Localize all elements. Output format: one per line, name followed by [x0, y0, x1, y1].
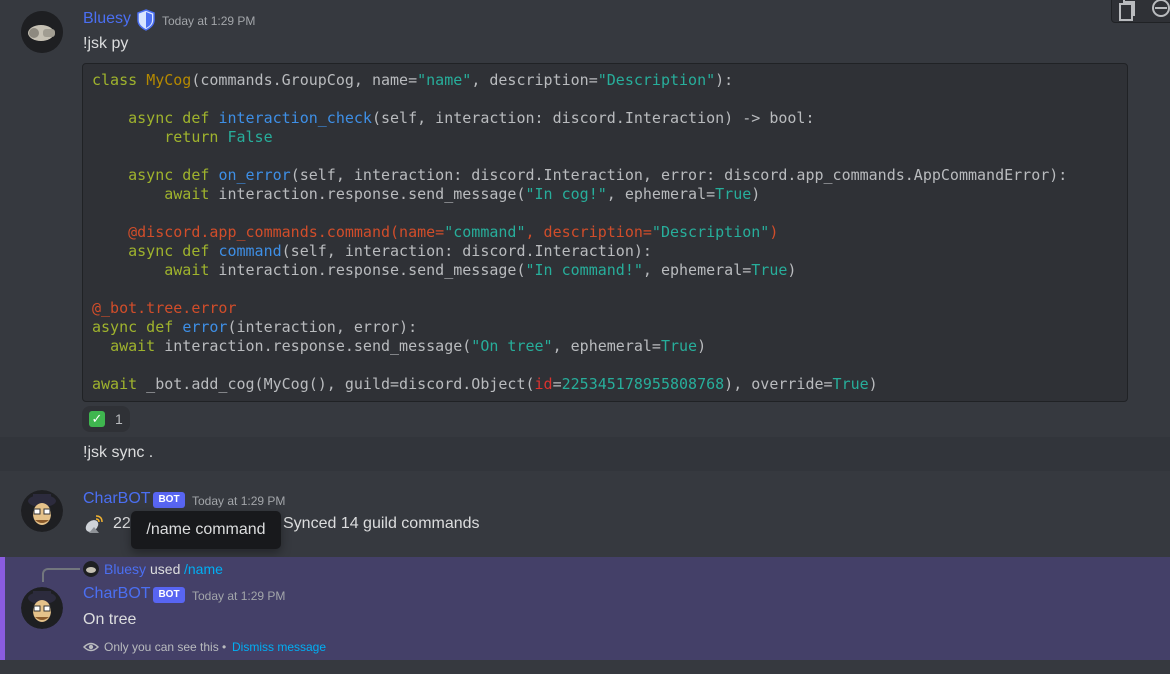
bluesy-mini-avatar-image — [83, 561, 99, 577]
message-text: On tree — [83, 611, 137, 628]
avatar[interactable] — [21, 490, 63, 532]
code-line-7: await interaction.response.send_message(… — [164, 185, 761, 203]
dismiss-message-link[interactable]: Dismiss message — [232, 640, 326, 654]
message-text: Synced 14 guild commands — [283, 515, 480, 532]
reply-command-link[interactable]: /name — [184, 561, 223, 577]
command-tooltip: /name command — [131, 511, 281, 549]
charbot-avatar-image — [21, 490, 63, 532]
code-line-11: await interaction.response.send_message(… — [164, 261, 797, 279]
synced-count-prefix: 22 — [113, 515, 131, 532]
copy-icon[interactable] — [1116, 0, 1138, 22]
timestamp[interactable]: Today at 1:29 PM — [192, 494, 285, 508]
code-line-13: @_bot.tree.error — [92, 299, 237, 317]
bot-badge: BOT — [153, 587, 185, 603]
reaction-count: 1 — [115, 411, 123, 427]
timestamp[interactable]: Today at 1:29 PM — [162, 14, 255, 28]
ephemeral-note: Only you can see this • — [104, 640, 227, 654]
code-line-4: return False — [164, 128, 273, 146]
author-name[interactable]: CharBOT — [83, 490, 151, 508]
charbot-avatar-image — [21, 587, 63, 629]
check-mark-icon: ✓ — [89, 411, 105, 427]
add-reaction-icon[interactable] — [1150, 0, 1170, 22]
author-name[interactable]: CharBOT — [83, 585, 151, 603]
shield-icon — [137, 9, 155, 31]
code-line-14: async def error(interaction, error): — [92, 318, 418, 336]
code-content: class MyCog(commands.GroupCog, name="nam… — [83, 64, 1127, 401]
message-text: !jsk py — [83, 35, 129, 52]
bluesy-avatar-image — [21, 11, 63, 53]
code-line-17: await _bot.add_cog(MyCog(), guild=discor… — [92, 375, 878, 393]
code-line-6: async def on_error(self, interaction: di… — [128, 166, 1068, 184]
timestamp[interactable]: Today at 1:29 PM — [192, 589, 285, 603]
reply-avatar[interactable] — [83, 561, 99, 577]
avatar[interactable] — [21, 587, 63, 629]
code-line-10: async def command(self, interaction: dis… — [128, 242, 652, 260]
message-row-hover — [0, 437, 1170, 471]
avatar[interactable] — [21, 11, 63, 53]
eye-icon — [83, 642, 99, 652]
code-block: class MyCog(commands.GroupCog, name="nam… — [82, 63, 1128, 402]
satellite-dish-icon — [85, 515, 103, 533]
reply-username[interactable]: Bluesy — [104, 561, 146, 577]
message-text: !jsk sync . — [83, 444, 154, 461]
author-name[interactable]: Bluesy — [83, 10, 131, 28]
code-line-3: async def interaction_check(self, intera… — [128, 109, 815, 127]
bot-badge: BOT — [153, 492, 185, 508]
reply-spine — [42, 568, 80, 582]
code-line-1: class MyCog(commands.GroupCog, name="nam… — [92, 71, 734, 89]
code-line-15: await interaction.response.send_message(… — [110, 337, 707, 355]
ephemeral-accent-bar — [0, 557, 5, 660]
reply-used-label: used — [150, 561, 181, 577]
reaction-button[interactable]: ✓ 1 — [82, 406, 130, 432]
message-toolbar — [1111, 0, 1170, 23]
code-line-9: @discord.app_commands.command(name="comm… — [128, 223, 779, 241]
